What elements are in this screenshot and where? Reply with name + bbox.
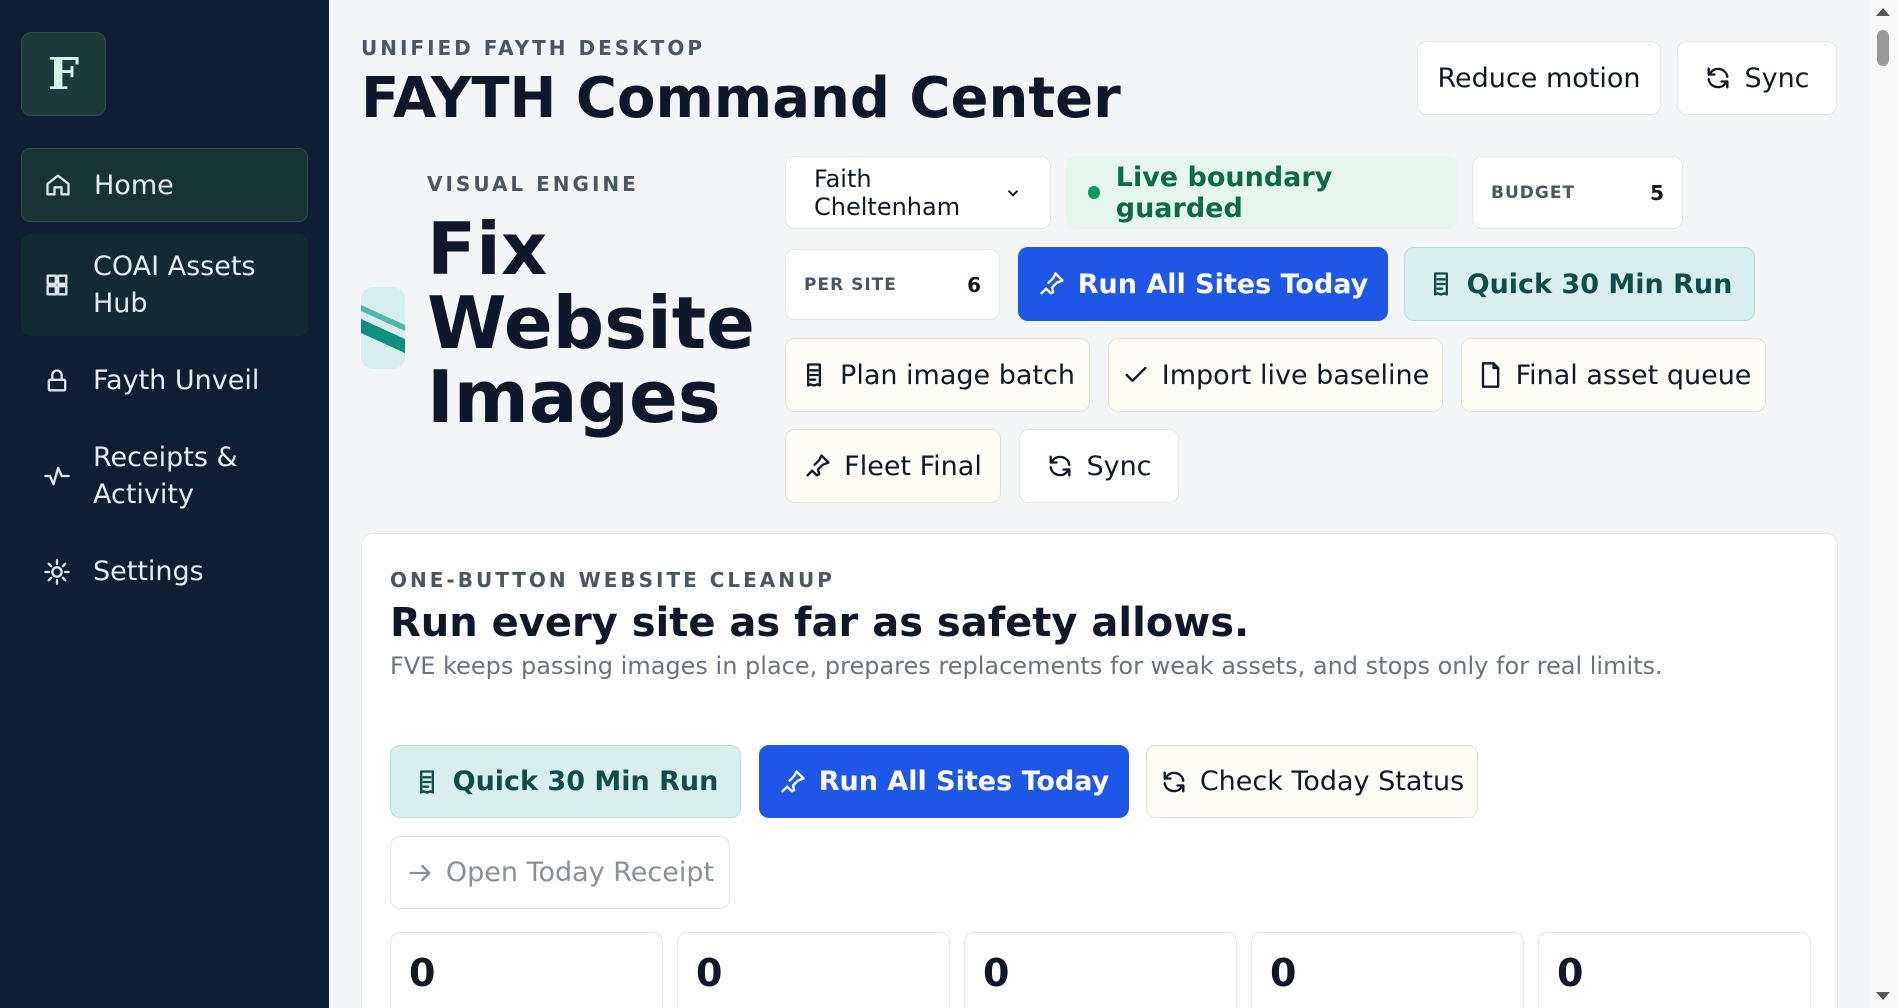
- arrow-right-icon: [409, 864, 431, 881]
- budget-stat: BUDGET 5: [1472, 156, 1683, 229]
- final-queue-label: Final asset queue: [1515, 359, 1752, 391]
- sidebar-nav: Home COAI Assets Hub Fayth Unveil Receip…: [21, 148, 308, 604]
- check-icon: [1125, 366, 1147, 382]
- quick-run-button[interactable]: Quick 30 Min Run: [1404, 247, 1755, 321]
- cleanup-card: ONE-BUTTON WEBSITE CLEANUP Run every sit…: [361, 533, 1838, 1008]
- sidebar-item-fayth-unveil[interactable]: Fayth Unveil: [21, 348, 308, 413]
- app-eyebrow: UNIFIED FAYTH DESKTOP: [361, 36, 705, 60]
- import-live-baseline-button[interactable]: Import live baseline: [1108, 338, 1443, 412]
- chevron-down-icon: [1007, 189, 1019, 197]
- activity-icon: [44, 466, 70, 486]
- sun-icon: [44, 558, 70, 585]
- home-icon: [46, 174, 70, 196]
- ve-title-line: Fix: [427, 207, 548, 291]
- sidebar-item-coai-assets-hub[interactable]: COAI Assets Hub: [21, 234, 308, 336]
- cleanup-run-all-label: Run All Sites Today: [818, 766, 1110, 797]
- live-status-label: Live boundary guarded: [1115, 161, 1333, 224]
- engine-sync-button[interactable]: Sync: [1019, 429, 1179, 503]
- grid-icon: [46, 274, 68, 296]
- sidebar-item-label: COAI Assets Hub: [93, 251, 256, 319]
- cleanup-heading: Run every site as far as safety allows.: [390, 600, 1250, 646]
- count-card: 0: [390, 932, 663, 1008]
- receipt-icon: [1433, 272, 1448, 296]
- pin-icon: [781, 769, 805, 792]
- cleanup-description: FVE keeps passing images in place, prepa…: [390, 652, 1663, 680]
- reduce-motion-label: Reduce motion: [1437, 62, 1641, 94]
- user-select[interactable]: Faith Cheltenham: [785, 156, 1051, 229]
- import-baseline-label: Import live baseline: [1161, 359, 1430, 391]
- scroll-thumb[interactable]: [1877, 30, 1889, 66]
- plan-image-batch-button[interactable]: Plan image batch: [785, 338, 1090, 412]
- quick-run-label: Quick 30 Min Run: [1466, 268, 1733, 300]
- plan-batch-label: Plan image batch: [840, 359, 1075, 391]
- final-asset-queue-button[interactable]: Final asset queue: [1461, 338, 1766, 412]
- status-dot: [1088, 186, 1100, 199]
- run-all-label: Run All Sites Today: [1077, 268, 1369, 300]
- count-card: 0: [1251, 932, 1524, 1008]
- ve-title-line: Website: [427, 281, 756, 365]
- pin-icon: [1040, 272, 1064, 295]
- count-card: 0: [1538, 932, 1811, 1008]
- reduce-motion-button[interactable]: Reduce motion: [1417, 41, 1661, 115]
- logo-letter: F: [47, 48, 80, 100]
- refresh-icon: [1163, 771, 1185, 792]
- cleanup-quick-run-button[interactable]: Quick 30 Min Run: [390, 745, 741, 818]
- sidebar-item-label: Receipts & Activity: [93, 442, 238, 510]
- check-today-status-button[interactable]: Check Today Status: [1146, 745, 1478, 818]
- receipt-icon: [807, 363, 822, 387]
- cleanup-run-all-button[interactable]: Run All Sites Today: [759, 745, 1129, 818]
- count-card: 0: [964, 932, 1237, 1008]
- refresh-icon: [1049, 455, 1071, 477]
- ve-title-line: Images: [427, 355, 721, 439]
- fleet-final-label: Fleet Final: [844, 450, 982, 482]
- visual-engine-eyebrow: VISUAL ENGINE: [427, 172, 639, 196]
- visual-engine-icon: [361, 287, 405, 369]
- sidebar-item-home[interactable]: Home: [21, 148, 308, 222]
- engine-sync-label: Sync: [1086, 450, 1152, 482]
- refresh-icon: [1707, 67, 1729, 89]
- sidebar-item-label: Home: [94, 169, 174, 201]
- open-today-receipt-button[interactable]: Open Today Receipt: [390, 836, 730, 909]
- count-cards: 0 0 0 0 0: [390, 932, 1811, 1008]
- run-all-sites-button[interactable]: Run All Sites Today: [1018, 247, 1388, 321]
- file-icon: [1481, 362, 1499, 388]
- scroll-down-arrow[interactable]: [1876, 992, 1890, 1000]
- per-site-stat: PER SITE 6: [785, 249, 1000, 320]
- per-site-value: 6: [967, 272, 981, 297]
- live-status-badge: Live boundary guarded: [1066, 156, 1457, 229]
- header-sync-button[interactable]: Sync: [1677, 41, 1837, 115]
- open-receipt-label: Open Today Receipt: [445, 857, 715, 888]
- sidebar-item-settings[interactable]: Settings: [21, 539, 308, 604]
- cleanup-quick-run-label: Quick 30 Min Run: [452, 766, 719, 797]
- fleet-final-button[interactable]: Fleet Final: [785, 429, 1001, 503]
- scrollbar[interactable]: [1869, 0, 1897, 1008]
- main-content: UNIFIED FAYTH DESKTOP FAYTH Command Cent…: [329, 0, 1869, 1008]
- sidebar-item-label: Fayth Unveil: [93, 365, 260, 396]
- receipt-icon: [419, 769, 434, 794]
- app-logo: F: [21, 32, 106, 116]
- pin-icon: [806, 454, 830, 477]
- sidebar-item-receipts-activity[interactable]: Receipts & Activity: [21, 425, 308, 527]
- sync-label: Sync: [1744, 62, 1810, 94]
- lock-icon: [47, 368, 67, 391]
- page-title: FAYTH Command Center: [361, 66, 1121, 131]
- check-status-label: Check Today Status: [1199, 766, 1465, 797]
- per-site-label: PER SITE: [804, 274, 897, 295]
- cleanup-eyebrow: ONE-BUTTON WEBSITE CLEANUP: [390, 568, 835, 592]
- scroll-up-arrow[interactable]: [1876, 8, 1890, 16]
- budget-label: BUDGET: [1491, 182, 1576, 203]
- budget-value: 5: [1650, 180, 1664, 205]
- sidebar-item-label: Settings: [93, 556, 204, 587]
- user-select-value: Faith Cheltenham: [814, 164, 961, 221]
- sidebar: F Home COAI Assets Hub Fayth Unveil Rece…: [0, 0, 329, 1008]
- visual-engine-title: Fix Website Images: [427, 212, 755, 434]
- count-card: 0: [677, 932, 950, 1008]
